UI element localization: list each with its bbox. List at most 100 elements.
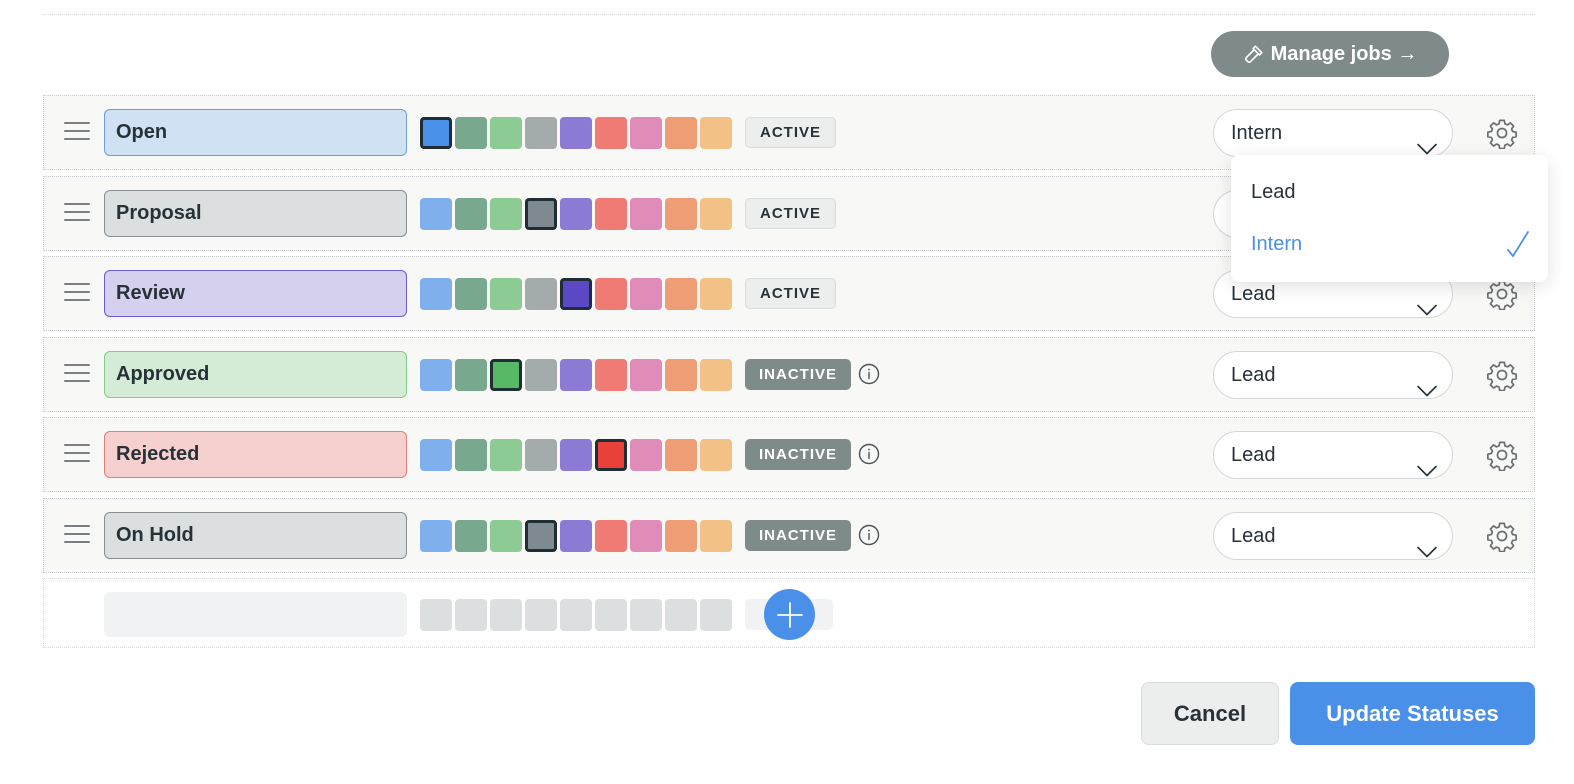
- color-swatch[interactable]: [665, 519, 697, 552]
- color-swatch[interactable]: [455, 278, 487, 310]
- color-swatch[interactable]: [455, 519, 487, 552]
- placeholder-swatch: [455, 599, 487, 631]
- color-swatch[interactable]: [525, 197, 557, 230]
- color-swatch[interactable]: [420, 197, 452, 230]
- status-badge[interactable]: INACTIVE: [745, 519, 852, 551]
- status-name-input[interactable]: Open: [104, 109, 407, 156]
- color-swatch[interactable]: [560, 278, 592, 310]
- status-name-input[interactable]: Rejected: [104, 431, 407, 478]
- color-swatch[interactable]: [525, 117, 557, 149]
- color-swatch[interactable]: [560, 197, 592, 230]
- drag-handle-icon[interactable]: [64, 444, 90, 464]
- color-swatches: [420, 117, 732, 149]
- status-badge[interactable]: INACTIVE: [745, 439, 852, 470]
- info-icon[interactable]: [858, 524, 880, 546]
- status-badge[interactable]: ACTIVE: [745, 278, 837, 309]
- color-swatch[interactable]: [490, 278, 522, 310]
- placeholder-swatch: [420, 599, 452, 631]
- role-select-value: Lead: [1231, 524, 1276, 547]
- add-status-button[interactable]: [764, 589, 815, 640]
- color-swatch[interactable]: [665, 278, 697, 310]
- color-swatches: [420, 358, 732, 391]
- status-name-input[interactable]: Approved: [104, 350, 407, 398]
- color-swatch[interactable]: [700, 117, 732, 149]
- color-swatch[interactable]: [560, 358, 592, 391]
- color-swatch[interactable]: [455, 117, 487, 149]
- new-status-name-input[interactable]: [104, 592, 407, 637]
- status-name-input[interactable]: On Hold: [104, 511, 407, 559]
- drag-handle-icon[interactable]: [64, 363, 90, 384]
- role-select[interactable]: Lead: [1213, 431, 1453, 479]
- color-swatch[interactable]: [420, 117, 452, 149]
- color-swatch[interactable]: [525, 439, 557, 471]
- color-swatch[interactable]: [490, 519, 522, 552]
- color-swatch[interactable]: [455, 439, 487, 471]
- color-swatch[interactable]: [630, 117, 662, 149]
- drag-handle-icon[interactable]: [64, 202, 90, 223]
- status-badge[interactable]: INACTIVE: [745, 358, 852, 390]
- gear-icon[interactable]: [1486, 359, 1518, 391]
- update-statuses-button[interactable]: Update Statuses: [1290, 682, 1535, 745]
- color-swatch[interactable]: [560, 519, 592, 552]
- color-swatch[interactable]: [665, 358, 697, 391]
- info-icon[interactable]: [858, 443, 880, 465]
- color-swatch[interactable]: [560, 117, 592, 149]
- color-swatch[interactable]: [630, 278, 662, 310]
- status-name-input[interactable]: Review: [104, 270, 407, 317]
- role-select[interactable]: Lead: [1213, 511, 1453, 560]
- role-select-value: Intern: [1231, 122, 1283, 144]
- color-swatch[interactable]: [595, 358, 627, 391]
- color-swatch[interactable]: [525, 519, 557, 552]
- color-swatch[interactable]: [700, 519, 732, 552]
- gear-icon[interactable]: [1486, 520, 1518, 552]
- drag-handle-icon[interactable]: [64, 524, 90, 545]
- color-swatch[interactable]: [595, 197, 627, 230]
- color-swatch[interactable]: [700, 439, 732, 471]
- dropdown-option-lead[interactable]: Lead: [1251, 181, 1296, 204]
- color-swatch[interactable]: [700, 197, 732, 230]
- color-swatch[interactable]: [455, 358, 487, 391]
- color-swatch[interactable]: [420, 439, 452, 471]
- info-icon[interactable]: [858, 363, 880, 385]
- status-badge[interactable]: ACTIVE: [745, 197, 837, 229]
- color-swatch[interactable]: [560, 439, 592, 471]
- gear-icon[interactable]: [1486, 278, 1518, 311]
- color-swatch[interactable]: [665, 439, 697, 471]
- color-swatch[interactable]: [525, 278, 557, 310]
- color-swatch[interactable]: [420, 519, 452, 552]
- role-select[interactable]: Lead: [1213, 350, 1453, 399]
- manage-jobs-button[interactable]: Manage jobs →: [1211, 31, 1449, 77]
- color-swatch[interactable]: [630, 519, 662, 552]
- color-swatch[interactable]: [665, 117, 697, 149]
- color-swatch[interactable]: [490, 117, 522, 149]
- color-swatch[interactable]: [595, 117, 627, 149]
- color-swatch[interactable]: [455, 197, 487, 230]
- drag-handle-icon[interactable]: [64, 283, 90, 303]
- gear-icon[interactable]: [1486, 439, 1518, 472]
- color-swatch[interactable]: [525, 358, 557, 391]
- color-swatch[interactable]: [630, 358, 662, 391]
- color-swatch[interactable]: [630, 439, 662, 471]
- chevron-down-icon: [1417, 448, 1437, 494]
- placeholder-swatch: [525, 599, 557, 631]
- color-swatch[interactable]: [700, 278, 732, 310]
- color-swatch[interactable]: [630, 197, 662, 230]
- color-swatch[interactable]: [665, 197, 697, 230]
- dropdown-option-intern[interactable]: Intern: [1251, 233, 1302, 256]
- status-name-input[interactable]: Proposal: [104, 189, 407, 237]
- color-swatch[interactable]: [595, 439, 627, 471]
- color-swatch[interactable]: [420, 358, 452, 391]
- color-swatch[interactable]: [490, 358, 522, 391]
- color-swatch[interactable]: [595, 519, 627, 552]
- color-swatch[interactable]: [490, 439, 522, 471]
- drag-handle-icon[interactable]: [64, 122, 90, 142]
- color-swatch[interactable]: [595, 278, 627, 310]
- color-swatch[interactable]: [700, 358, 732, 391]
- cancel-button[interactable]: Cancel: [1141, 682, 1279, 745]
- role-select[interactable]: Intern: [1213, 109, 1453, 157]
- status-badge[interactable]: ACTIVE: [745, 117, 837, 148]
- plus-icon: [776, 601, 803, 628]
- color-swatch[interactable]: [420, 278, 452, 310]
- gear-icon[interactable]: [1486, 117, 1518, 150]
- color-swatch[interactable]: [490, 197, 522, 230]
